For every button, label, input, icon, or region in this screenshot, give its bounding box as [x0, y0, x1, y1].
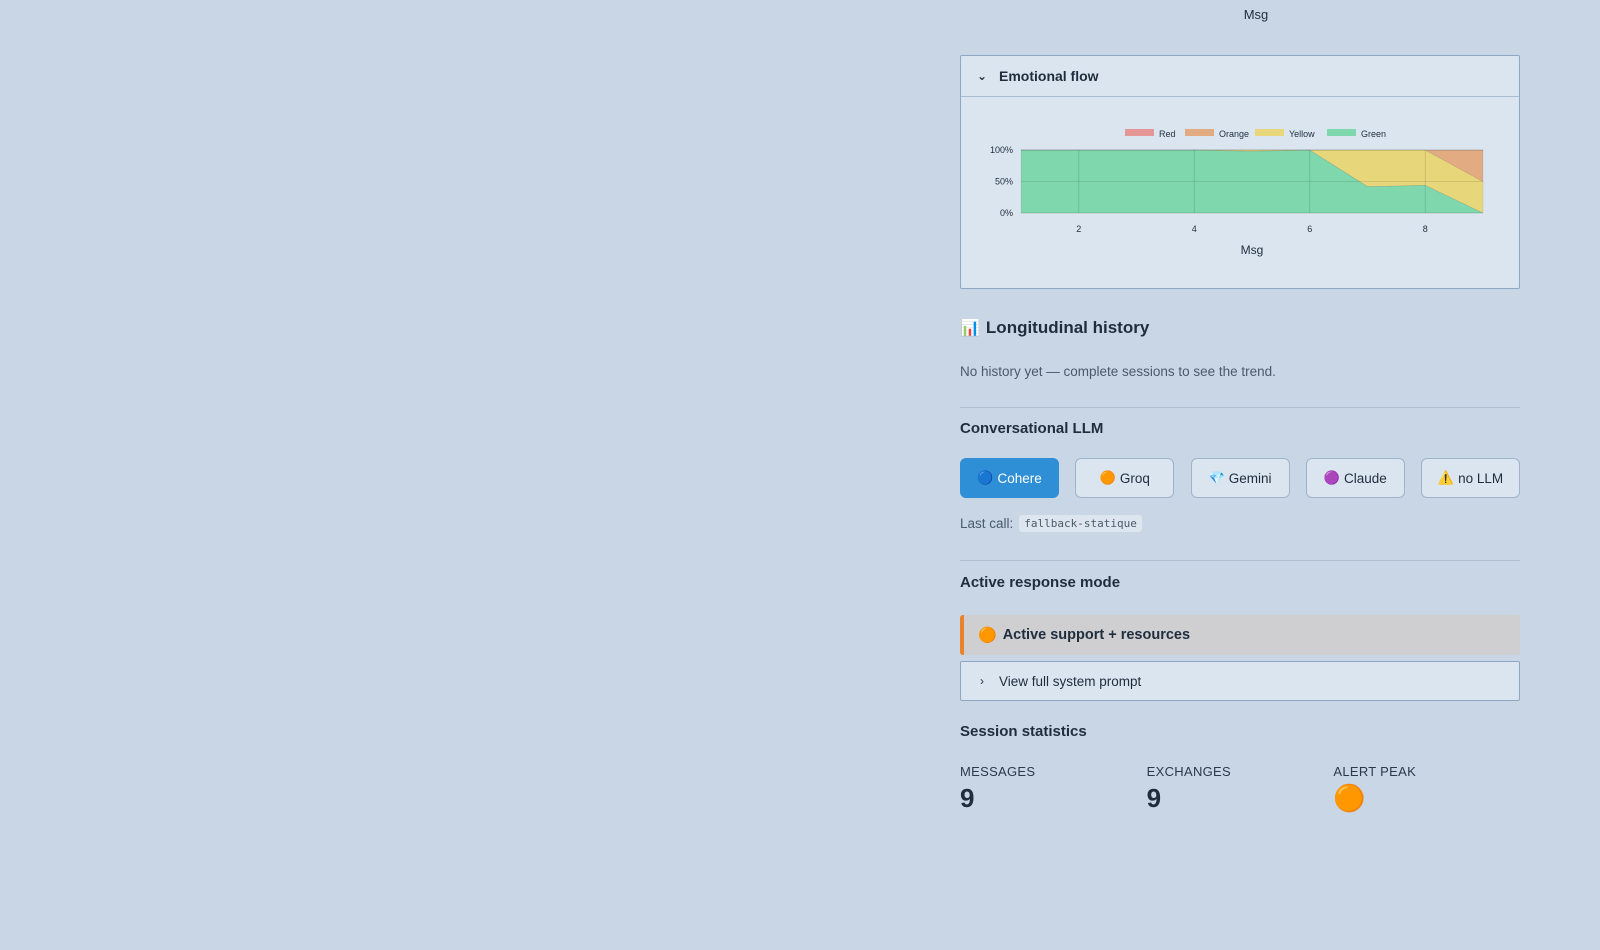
x-tick-label: 6: [1307, 224, 1312, 234]
y-tick-label: 0%: [1000, 208, 1013, 218]
llm-button-label: Claude: [1343, 470, 1387, 486]
divider: [960, 560, 1520, 561]
legend-swatch-orange: [1185, 129, 1214, 136]
response-mode-badge: 🟠 Active support + resources: [960, 615, 1520, 655]
legend-label-orange: Orange: [1219, 129, 1249, 139]
legend-label-green: Green: [1361, 129, 1386, 139]
llm-button-claude[interactable]: 🟣 Claude: [1305, 458, 1405, 498]
x-tick-label: 8: [1423, 224, 1428, 234]
llm-button-cohere[interactable]: 🔵 Cohere: [960, 458, 1059, 498]
x-axis-label: Msg: [1241, 243, 1264, 257]
history-heading: 📊 Longitudinal history: [960, 318, 1149, 338]
stat-value: 9: [960, 783, 975, 813]
stat-messages: MESSAGES 9: [960, 764, 1147, 813]
history-title: Longitudinal history: [985, 318, 1150, 337]
legend-swatch-yellow: [1255, 129, 1284, 136]
response-mode-title: Active response mode: [960, 574, 1121, 591]
response-mode-value: Active support + resources: [1002, 627, 1191, 643]
last-call-value: fallback-statique: [1019, 515, 1142, 532]
emotional-flow-chart: 0% 50% 100% 2 4 6 8 Msg Red Orange Yellow Green: [961, 97, 1519, 288]
history-empty-text: No history yet — complete sessions to se…: [960, 364, 1276, 379]
stat-exchanges: EXCHANGES 9: [1147, 764, 1334, 813]
stat-label: MESSAGES: [960, 764, 1036, 779]
divider: [960, 407, 1520, 408]
llm-button-row: 🔵 Cohere 🟠 Groq 💎 Gemini 🟣 Claude ⚠️ no …: [960, 458, 1520, 498]
y-tick-label: 50%: [995, 177, 1013, 187]
llm-button-label: Gemini: [1228, 470, 1272, 486]
llm-button-label: no LLM: [1458, 470, 1504, 486]
system-prompt-toggle[interactable]: › View full system prompt: [961, 662, 1519, 700]
stat-alert-peak: ALERT PEAK 🟠: [1333, 764, 1520, 813]
system-prompt-expander: › View full system prompt: [960, 661, 1520, 701]
legend-label-yellow: Yellow: [1289, 129, 1315, 139]
stat-value: 9: [1146, 783, 1162, 813]
legend-swatch-green: [1327, 129, 1356, 136]
chevron-right-icon: ›: [980, 674, 984, 688]
llm-button-label: Cohere: [997, 470, 1042, 486]
gemini-icon: 💎: [1208, 470, 1225, 485]
last-call: Last call: fallback-statique: [960, 515, 1142, 532]
system-prompt-label: View full system prompt: [999, 673, 1142, 689]
alert-peak-icon: 🟠: [1333, 783, 1366, 813]
stat-label: EXCHANGES: [1146, 764, 1232, 779]
chevron-down-icon: ⌄: [976, 69, 988, 83]
emotional-flow-header[interactable]: ⌄ Emotional flow: [961, 56, 1519, 97]
warning-icon: ⚠️: [1437, 470, 1455, 485]
llm-button-gemini[interactable]: 💎 Gemini: [1190, 458, 1290, 498]
y-tick-label: 100%: [990, 145, 1013, 155]
session-stats: MESSAGES 9 EXCHANGES 9 ALERT PEAK 🟠: [960, 764, 1520, 813]
stats-title: Session statistics: [960, 723, 1087, 740]
llm-button-no-llm[interactable]: ⚠️ no LLM: [1421, 458, 1520, 498]
stat-label: ALERT PEAK: [1333, 764, 1417, 779]
claude-icon: 🟣: [1323, 470, 1340, 485]
emotional-flow-title: Emotional flow: [999, 68, 1099, 84]
orange-circle-icon: 🟠: [978, 627, 997, 644]
x-tick-label: 2: [1076, 224, 1081, 234]
llm-button-groq[interactable]: 🟠 Groq: [1075, 458, 1175, 498]
llm-button-label: Groq: [1119, 470, 1150, 486]
bar-chart-icon: 📊: [960, 320, 980, 337]
llm-title: Conversational LLM: [960, 420, 1104, 437]
top-axis-label: Msg: [1243, 7, 1269, 22]
groq-icon: 🟠: [1099, 470, 1116, 485]
legend-label-red: Red: [1159, 129, 1176, 139]
emotional-flow-svg: 0% 50% 100% 2 4 6 8 Msg Red Orange Yellow Green: [990, 129, 1484, 257]
last-call-label: Last call:: [960, 516, 1014, 531]
legend-swatch-red: [1125, 129, 1154, 136]
x-tick-label: 4: [1192, 224, 1197, 234]
cohere-icon: 🔵: [977, 470, 994, 485]
emotional-flow-expander: ⌄ Emotional flow 0% 50% 100% 2 4 6 8 Msg Red Oran…: [960, 55, 1520, 289]
